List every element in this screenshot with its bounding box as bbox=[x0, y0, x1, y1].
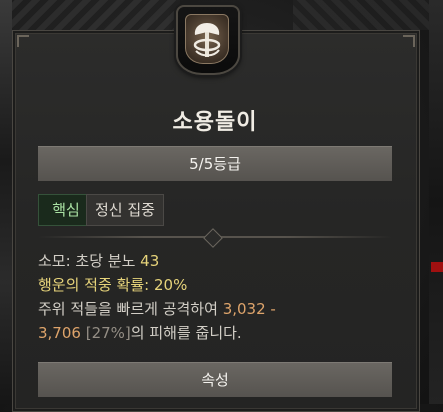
lucky-hit-value: 20% bbox=[153, 276, 188, 294]
damage-max: 3,706 bbox=[38, 324, 81, 342]
panel-corner bbox=[403, 35, 415, 47]
cost-value: 43 bbox=[140, 252, 160, 270]
skill-name: 소용돌이 bbox=[172, 110, 258, 135]
background-edge bbox=[0, 0, 12, 404]
weapon-damage-percent: [27%] bbox=[85, 324, 131, 342]
skill-icon-frame bbox=[176, 5, 240, 75]
cost-label: 소모: 초당 분노 bbox=[38, 252, 136, 270]
axe-whirlwind-icon bbox=[185, 14, 229, 64]
skill-rank-bar: 5/5등급 bbox=[38, 146, 392, 181]
attributes-bar[interactable]: 속성 bbox=[38, 362, 392, 397]
background-scenery bbox=[0, 0, 180, 30]
background-health-sliver bbox=[431, 262, 443, 272]
damage-line-1: 주위 적들을 빠르게 공격하여 3,032 - bbox=[38, 297, 368, 321]
damage-line-2: 3,706 [27%]의 피해를 줍니다. bbox=[38, 321, 368, 345]
cost-line: 소모: 초당 분노 43 bbox=[38, 249, 368, 273]
background-edge bbox=[429, 0, 443, 404]
tag-channeled: 정신 집중 bbox=[86, 194, 164, 226]
description-suffix: 의 피해를 줍니다. bbox=[130, 324, 242, 342]
panel-corner bbox=[17, 35, 29, 47]
description-prefix: 주위 적들을 빠르게 공격하여 bbox=[38, 300, 218, 318]
damage-min: 3,032 bbox=[222, 300, 266, 318]
damage-dash: - bbox=[270, 300, 276, 318]
background-scenery bbox=[293, 0, 443, 30]
skill-description: 소모: 초당 분노 43 행운의 적중 확률: 20% 주위 적들을 빠르게 공… bbox=[38, 249, 368, 345]
lucky-hit-label: 행운의 적중 확률: bbox=[38, 276, 150, 294]
lucky-hit-line: 행운의 적중 확률: 20% bbox=[38, 273, 368, 297]
